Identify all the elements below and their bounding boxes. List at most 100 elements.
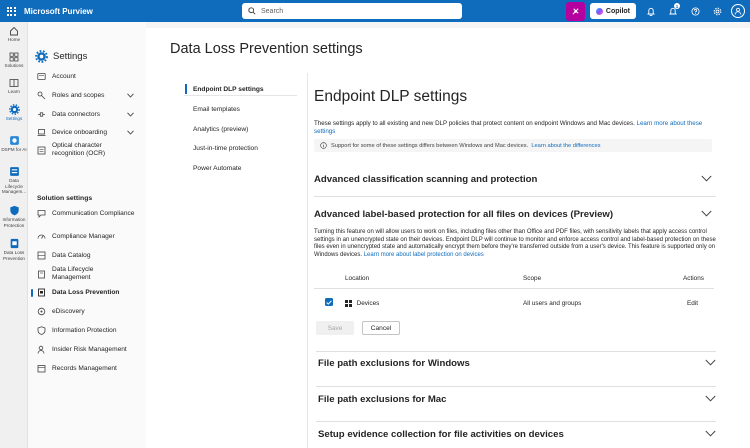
learn-differences-link[interactable]: Learn about the differences (531, 143, 600, 149)
content-heading: Endpoint DLP settings (314, 88, 468, 105)
shield-icon (9, 205, 19, 216)
copilot-label: Copilot (605, 7, 630, 15)
chevron-down-icon (127, 93, 134, 98)
settings-nav: Settings Account Roles and scopes Data c… (28, 22, 146, 448)
top-bar: Microsoft Purview Search Copilot 1 (0, 0, 750, 22)
rail-item-settings[interactable]: Settings (0, 104, 28, 122)
info-text: Support for some of these settings diffe… (331, 142, 529, 149)
subnav-analytics[interactable]: Analytics (preview) (184, 126, 297, 133)
info-bar: Support for some of these settings diffe… (314, 139, 712, 152)
chevron-down-icon[interactable] (705, 430, 716, 437)
brand-title[interactable]: Microsoft Purview (24, 7, 93, 16)
nav-item-roles-and-scopes[interactable]: Roles and scopes (28, 91, 146, 100)
rail-label: Information Protection (2, 217, 26, 228)
ediscovery-icon (37, 307, 46, 316)
nav-item-label: Records Management (52, 364, 117, 372)
row-scope: All users and groups (523, 300, 582, 307)
rail-item-data-loss-prevention[interactable]: Data Loss Prevention (0, 238, 28, 261)
shield-icon (37, 326, 46, 335)
section-evidence-collection[interactable]: Setup evidence collection for file activ… (318, 429, 564, 440)
section-divider (316, 421, 716, 422)
edit-link[interactable]: Edit (687, 300, 698, 307)
learn-label-protection-link[interactable]: Learn more about label protection on dev… (364, 252, 484, 258)
row-location: Devices (356, 300, 380, 307)
chevron-down-icon[interactable] (701, 175, 712, 182)
nav-item-insider-risk-management[interactable]: Insider Risk Management (28, 345, 146, 354)
rail-label: Solutions (4, 63, 24, 68)
gauge-icon (37, 232, 46, 241)
nav-item-compliance-manager[interactable]: Compliance Manager (28, 232, 146, 241)
nav-item-ocr[interactable]: Optical character recognition (OCR) (28, 142, 128, 158)
nav-item-ediscovery[interactable]: eDiscovery (28, 307, 146, 316)
rail-label: Learn (8, 89, 20, 94)
nav-item-data-loss-prevention[interactable]: Data Loss Prevention (28, 288, 146, 297)
lifecycle-icon (9, 167, 19, 176)
rail-item-home[interactable]: Home (0, 26, 28, 43)
section-file-path-windows[interactable]: File path exclusions for Windows (318, 358, 470, 369)
security-copilot-button[interactable] (565, 1, 585, 21)
subnav-endpoint-dlp[interactable]: Endpoint DLP settings (184, 84, 297, 94)
catalog-icon (37, 251, 46, 260)
nav-item-device-onboarding[interactable]: Device onboarding (28, 128, 146, 137)
nav-item-label: Optical character recognition (OCR) (52, 142, 106, 157)
chevron-down-icon (127, 112, 134, 117)
nav-item-data-catalog[interactable]: Data Catalog (28, 251, 146, 260)
sparkle-icon (572, 7, 579, 15)
nav-title-text: Settings (53, 51, 88, 62)
column-scope: Scope (523, 275, 542, 282)
grid-icon (9, 52, 19, 62)
question-icon (690, 6, 700, 16)
label-protection-description: Turning this feature on will allow users… (314, 229, 716, 259)
rail-item-information-protection[interactable]: Information Protection (0, 205, 28, 228)
copilot-icon (595, 7, 603, 15)
rail-item-solutions[interactable]: Solutions (0, 52, 28, 69)
devices-checkbox[interactable] (325, 298, 333, 306)
nav-item-label: Data Lifecycle Management (52, 266, 94, 281)
gear-icon (713, 7, 721, 15)
nav-item-label: Data connectors (52, 110, 101, 118)
home-icon (10, 26, 18, 36)
app-launcher-button[interactable] (0, 0, 22, 22)
cancel-button[interactable]: Cancel (362, 321, 400, 335)
nav-item-account[interactable]: Account (28, 72, 146, 81)
section-divider (316, 351, 716, 352)
dspm-icon (9, 136, 19, 145)
search-box[interactable]: Search (242, 3, 462, 19)
section-file-path-mac[interactable]: File path exclusions for Mac (318, 394, 446, 405)
help-button[interactable] (684, 0, 706, 22)
nav-item-information-protection[interactable]: Information Protection (28, 326, 146, 335)
rail-item-learn[interactable]: Learn (0, 78, 28, 95)
section-advanced-classification[interactable]: Advanced classification scanning and pro… (314, 174, 537, 185)
table-row: Devices (345, 300, 379, 307)
subnav-power-automate[interactable]: Power Automate (184, 165, 297, 172)
whats-new-button[interactable]: 1 (662, 0, 684, 22)
chevron-down-icon[interactable] (705, 359, 716, 366)
section-advanced-label-protection[interactable]: Advanced label-based protection for all … (314, 209, 613, 220)
chevron-down-icon[interactable] (705, 395, 716, 402)
settings-button[interactable] (706, 0, 728, 22)
subnav-just-in-time[interactable]: Just-in-time protection (184, 145, 297, 152)
intro-text: These settings apply to all existing and… (314, 120, 714, 136)
section-divider (316, 386, 716, 387)
records-icon (37, 364, 46, 373)
rail-item-dspm[interactable]: DSPM for AI (0, 135, 28, 153)
nav-item-communication-compliance[interactable]: Communication Compliance (28, 209, 138, 218)
chevron-down-icon[interactable] (701, 210, 712, 217)
nav-item-label: Data Catalog (52, 251, 91, 259)
rail-label: Data Lifecycle Managem... (1, 178, 27, 194)
save-button[interactable]: Save (316, 321, 354, 335)
person-icon (734, 7, 742, 15)
nav-item-records-management[interactable]: Records Management (28, 364, 146, 373)
search-icon (248, 7, 256, 15)
account-avatar[interactable] (731, 4, 745, 18)
subnav-email-templates[interactable]: Email templates (184, 106, 297, 113)
search-placeholder: Search (261, 7, 284, 15)
rail-label: Settings (5, 116, 23, 121)
rail-item-data-lifecycle[interactable]: Data Lifecycle Managem... (0, 166, 28, 195)
copilot-button[interactable]: Copilot (589, 3, 636, 19)
notifications-button[interactable] (640, 0, 662, 22)
rail-label: Data Loss Prevention (3, 250, 25, 261)
chat-icon (37, 209, 46, 218)
nav-item-data-lifecycle-management[interactable]: Data Lifecycle Management (28, 266, 128, 282)
nav-item-data-connectors[interactable]: Data connectors (28, 110, 146, 119)
